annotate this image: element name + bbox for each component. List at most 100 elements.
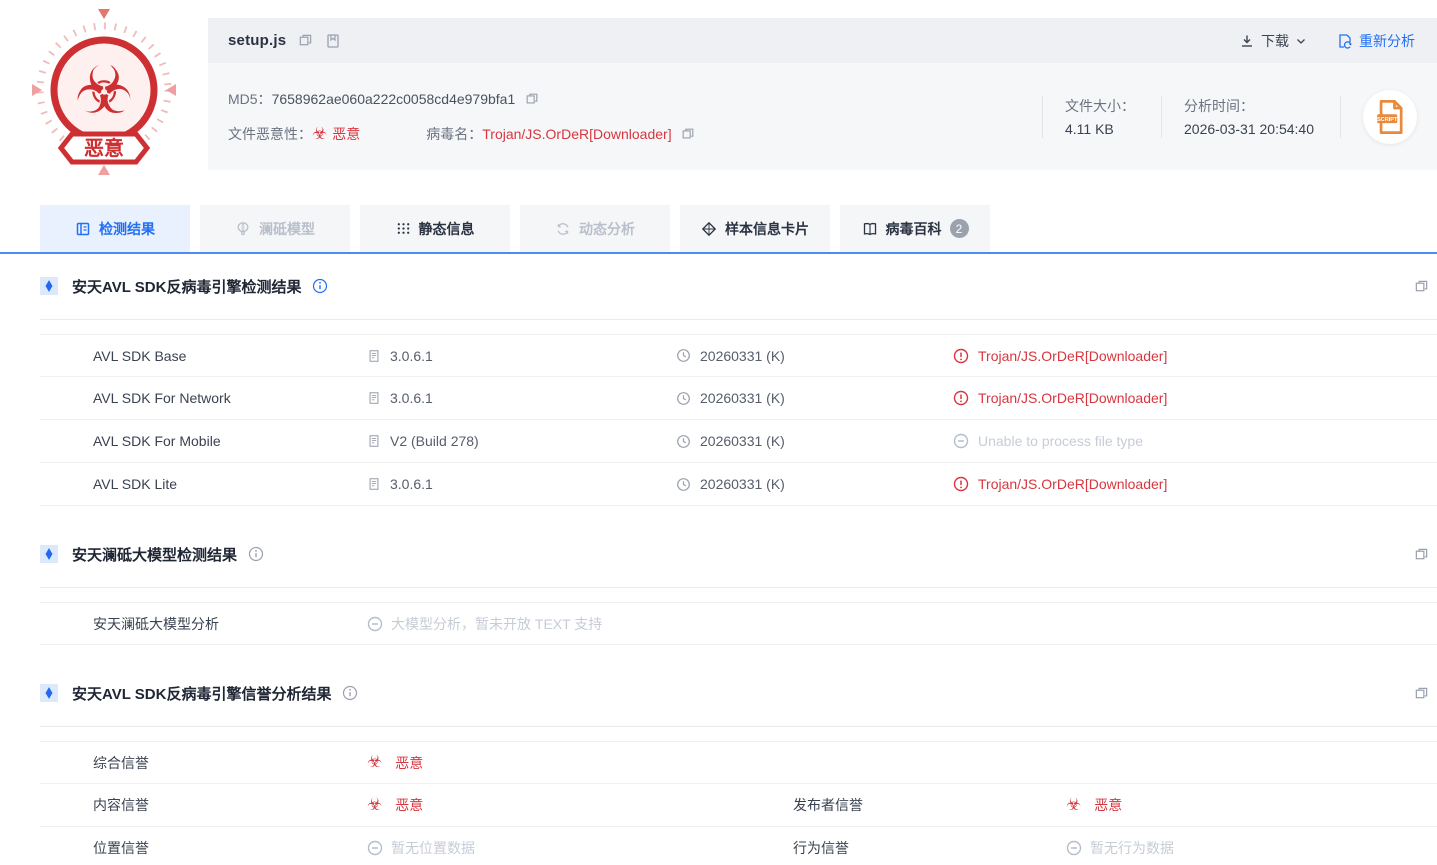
virus-name-value: Trojan/JS.OrDeR[Downloader] xyxy=(482,126,671,142)
analysis-time-stat: 分析时间： 2026-03-31 20:54:40 xyxy=(1162,96,1340,137)
table-row: 安天澜砥大模型分析 大模型分析，暂未开放 TEXT 支持 xyxy=(40,602,1437,645)
tab-bar: 检测结果 澜砥模型 静态信息 动态分析 样本信息卡片 病毒百科 2 xyxy=(40,205,1437,252)
engine-version: 3.0.6.1 xyxy=(390,476,433,492)
alert-circle-icon xyxy=(953,390,969,406)
copy-section-icon[interactable] xyxy=(1414,547,1429,562)
clock-icon xyxy=(676,348,691,363)
clock-icon xyxy=(676,434,691,449)
file-header-card: setup.js 下载 xyxy=(208,18,1437,178)
copy-virus-name-icon[interactable] xyxy=(681,127,695,141)
info-icon[interactable] xyxy=(312,278,328,294)
engine-results-table: AVL SDK Base 3.0.6.1 20260331 (K) Trojan… xyxy=(40,334,1437,506)
model-row-label: 安天澜砥大模型分析 xyxy=(93,614,367,634)
bottom-arrow-icon xyxy=(98,165,110,175)
section-title: 安天澜砥大模型检测结果 xyxy=(72,544,237,565)
divider xyxy=(40,726,1437,727)
tab-label: 静态信息 xyxy=(419,219,475,239)
tab-label: 病毒百科 xyxy=(886,219,942,239)
biohazard-icon: ☣ xyxy=(74,52,133,129)
file-header-top: setup.js 下载 xyxy=(208,18,1437,63)
engine-version: 3.0.6.1 xyxy=(390,348,433,364)
md5-label: MD5： xyxy=(228,89,272,109)
file-size-value: 4.11 KB xyxy=(1065,121,1135,137)
biohazard-icon: ☣ xyxy=(367,797,382,814)
reputation-label: 发布者信誉 xyxy=(793,795,1066,815)
clock-icon xyxy=(676,477,691,492)
tab-landi-model[interactable]: 澜砥模型 xyxy=(200,205,350,252)
right-arrow-icon xyxy=(166,84,176,96)
verdict-logo-area: ☣ 恶意 xyxy=(0,0,208,178)
alert-circle-icon xyxy=(953,348,969,364)
section-diamond-icon xyxy=(40,684,58,702)
detection-result: Trojan/JS.OrDeR[Downloader] xyxy=(978,476,1167,492)
reanalyze-label: 重新分析 xyxy=(1359,31,1415,51)
malicious-verdict-badge: ☣ 恶意 xyxy=(29,6,179,178)
engine-name: AVL SDK For Mobile xyxy=(93,433,367,449)
analysis-time-value: 2026-03-31 20:54:40 xyxy=(1184,121,1314,137)
model-section-header: 安天澜砥大模型检测结果 xyxy=(40,537,1437,571)
grid-dots-icon xyxy=(396,221,411,236)
tab-underline xyxy=(0,252,1437,254)
reputation-value: 暂无位置数据 xyxy=(391,838,475,858)
copy-section-icon[interactable] xyxy=(1414,279,1429,294)
detection-result: Trojan/JS.OrDeR[Downloader] xyxy=(978,390,1167,406)
signature-date: 20260331 (K) xyxy=(700,390,785,406)
orbit-arrows-icon xyxy=(555,221,571,237)
section-title: 安天AVL SDK反病毒引擎检测结果 xyxy=(72,276,301,297)
bookmark-icon[interactable] xyxy=(325,33,341,49)
report-icon xyxy=(75,221,91,237)
file-size-stat: 文件大小： 4.11 KB xyxy=(1043,96,1161,137)
copy-filename-icon[interactable] xyxy=(298,33,313,48)
reputation-label: 综合信誉 xyxy=(93,753,367,773)
top-row: ☣ 恶意 setup.js 下载 xyxy=(0,0,1437,178)
table-row: 位置信誉 暂无位置数据 行为信誉 暂无行为数据 xyxy=(40,827,1437,865)
tab-static-info[interactable]: 静态信息 xyxy=(360,205,510,252)
minus-circle-icon xyxy=(367,840,383,856)
signature-date: 20260331 (K) xyxy=(700,433,785,449)
tab-detection-results[interactable]: 检测结果 xyxy=(40,205,190,252)
svg-text:SCRIPT: SCRIPT xyxy=(1377,116,1398,122)
signature-date: 20260331 (K) xyxy=(700,476,785,492)
reputation-section-header: 安天AVL SDK反病毒引擎信誉分析结果 xyxy=(40,676,1437,710)
version-doc-icon xyxy=(367,477,381,491)
detection-result: Unable to process file type xyxy=(978,433,1143,449)
divider xyxy=(40,319,1437,320)
virus-name-label: 病毒名： xyxy=(426,124,482,144)
left-arrow-icon xyxy=(32,84,42,96)
tab-dynamic-analysis[interactable]: 动态分析 xyxy=(520,205,670,252)
table-row: 综合信誉 ☣恶意 xyxy=(40,741,1437,784)
info-icon[interactable] xyxy=(248,546,264,562)
table-row: AVL SDK For Mobile V2 (Build 278) 202603… xyxy=(40,420,1437,463)
signature-date: 20260331 (K) xyxy=(700,348,785,364)
maliciousness-label: 文件恶意性： xyxy=(228,124,312,144)
download-icon xyxy=(1239,33,1255,49)
section-diamond-icon xyxy=(40,277,58,295)
engine-name: AVL SDK For Network xyxy=(93,390,367,406)
model-row-value: 大模型分析，暂未开放 TEXT 支持 xyxy=(391,614,602,634)
reputation-label: 位置信誉 xyxy=(93,838,367,858)
model-balloon-icon xyxy=(235,221,251,237)
engine-name: AVL SDK Lite xyxy=(93,476,367,492)
divider xyxy=(40,587,1437,588)
reputation-label: 行为信誉 xyxy=(793,838,1066,858)
minus-circle-icon xyxy=(953,433,969,449)
table-row: AVL SDK Base 3.0.6.1 20260331 (K) Trojan… xyxy=(40,334,1437,377)
copy-section-icon[interactable] xyxy=(1414,686,1429,701)
reanalyze-icon xyxy=(1337,33,1353,49)
biohazard-icon: ☣ xyxy=(367,754,382,771)
maliciousness-line: 文件恶意性： ☣ 恶意 病毒名： Trojan/JS.OrDeR[Downloa… xyxy=(228,124,695,144)
download-button[interactable]: 下载 xyxy=(1239,31,1307,51)
info-icon[interactable] xyxy=(342,685,358,701)
tab-sample-info-card[interactable]: 样本信息卡片 xyxy=(680,205,830,252)
biohazard-icon: ☣ xyxy=(312,126,327,143)
analysis-time-label: 分析时间： xyxy=(1184,96,1314,116)
tab-label: 检测结果 xyxy=(99,219,155,239)
copy-md5-icon[interactable] xyxy=(525,92,539,106)
tab-virus-encyclopedia[interactable]: 病毒百科 2 xyxy=(840,205,990,252)
chevron-down-icon xyxy=(1295,35,1307,47)
engine-section-header: 安天AVL SDK反病毒引擎检测结果 xyxy=(40,269,1437,303)
engine-version: V2 (Build 278) xyxy=(390,433,479,449)
reputation-label: 内容信誉 xyxy=(93,795,367,815)
top-arrow-icon xyxy=(98,9,110,19)
reanalyze-button[interactable]: 重新分析 xyxy=(1337,31,1415,51)
